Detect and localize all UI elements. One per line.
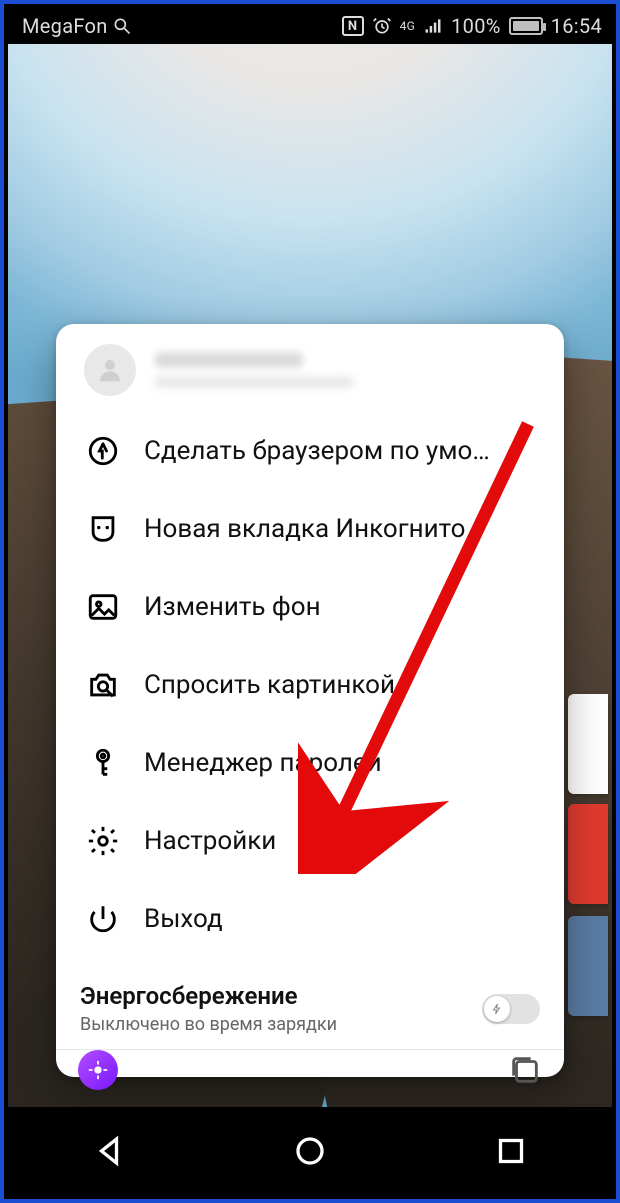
- key-icon: [86, 746, 120, 780]
- nfc-icon: N: [342, 16, 364, 36]
- energy-toggle[interactable]: [482, 994, 540, 1024]
- browser-home: Сделать браузером по умо… Новая вкладка …: [8, 44, 612, 1107]
- menu-item-label: Новая вкладка Инкогнито: [144, 514, 465, 544]
- incognito-icon: [86, 512, 120, 546]
- menu-item-set-default-browser[interactable]: Сделать браузером по умо…: [56, 412, 564, 490]
- menu-item-label: Спросить картинкой: [144, 670, 395, 700]
- network-label: 4G: [400, 20, 416, 32]
- power-icon: [86, 902, 120, 936]
- side-tab-white[interactable]: [568, 694, 608, 794]
- menu-item-label: Выход: [144, 904, 223, 934]
- energy-subtitle: Выключено во время зарядки: [80, 1014, 337, 1035]
- battery-icon: [509, 17, 543, 35]
- nav-home-button[interactable]: [286, 1127, 334, 1175]
- menu-item-label: Менеджер паролей: [144, 748, 382, 778]
- energy-title: Энергосбережение: [80, 982, 337, 1010]
- menu-item-label: Изменить фон: [144, 592, 321, 622]
- search-icon: [112, 16, 132, 36]
- carrier-label: MegaFon: [22, 14, 108, 38]
- android-nav-bar: [8, 1107, 612, 1195]
- side-tab-blue[interactable]: [568, 916, 608, 1016]
- menu-item-settings[interactable]: Настройки: [56, 802, 564, 880]
- device-frame: MegaFon N 4G 100% 16:54: [0, 0, 620, 1203]
- profile-name-blurred: [154, 352, 304, 368]
- energy-saving-row[interactable]: Энергосбережение Выключено во время заря…: [56, 970, 564, 1049]
- tabs-icon[interactable]: [508, 1053, 542, 1087]
- profile-row[interactable]: [56, 324, 564, 406]
- menu-list: Сделать браузером по умо… Новая вкладка …: [56, 406, 564, 962]
- menu-item-exit[interactable]: Выход: [56, 880, 564, 958]
- browser-menu-popup: Сделать браузером по умо… Новая вкладка …: [56, 324, 564, 1077]
- voice-search-button[interactable]: [78, 1050, 118, 1090]
- menu-item-label: Настройки: [144, 826, 276, 856]
- avatar: [84, 344, 136, 396]
- status-right: N 4G 100% 16:54: [342, 14, 602, 38]
- menu-item-incognito-tab[interactable]: Новая вкладка Инкогнито: [56, 490, 564, 568]
- menu-item-password-manager[interactable]: Менеджер паролей: [56, 724, 564, 802]
- signal-icon: [423, 16, 443, 36]
- status-left: MegaFon: [22, 14, 132, 38]
- status-bar: MegaFon N 4G 100% 16:54: [8, 8, 612, 44]
- nav-back-button[interactable]: [85, 1127, 133, 1175]
- profile-email-blurred: [154, 376, 354, 388]
- energy-text: Энергосбережение Выключено во время заря…: [80, 982, 337, 1035]
- menu-item-search-by-image[interactable]: Спросить картинкой: [56, 646, 564, 724]
- bolt-icon: [491, 1001, 503, 1017]
- yandex-icon: [86, 434, 120, 468]
- side-tab-red[interactable]: [568, 804, 608, 904]
- nav-recents-button[interactable]: [487, 1127, 535, 1175]
- bottom-toolbar-peek: [56, 1049, 564, 1090]
- camera-search-icon: [86, 668, 120, 702]
- clock: 16:54: [551, 14, 602, 38]
- profile-text: [154, 352, 354, 388]
- menu-item-change-background[interactable]: Изменить фон: [56, 568, 564, 646]
- gear-icon: [86, 824, 120, 858]
- image-icon: [86, 590, 120, 624]
- battery-percent: 100%: [451, 14, 501, 38]
- alarm-icon: [372, 16, 392, 36]
- menu-item-label: Сделать браузером по умо…: [144, 436, 490, 466]
